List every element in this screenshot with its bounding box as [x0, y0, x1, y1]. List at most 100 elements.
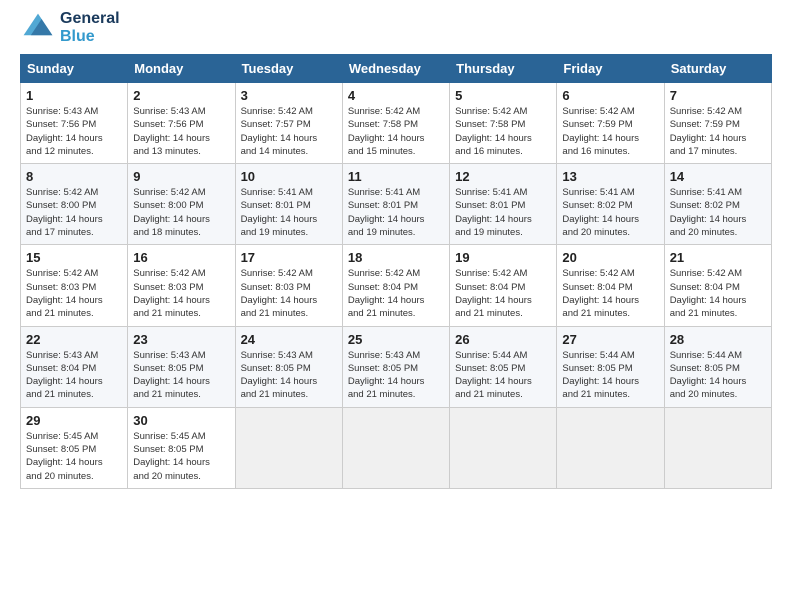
calendar-cell	[450, 407, 557, 488]
day-info: Sunrise: 5:44 AMSunset: 8:05 PMDaylight:…	[562, 349, 658, 402]
day-number: 25	[348, 332, 444, 347]
calendar-cell: 13 Sunrise: 5:41 AMSunset: 8:02 PMDayligh…	[557, 164, 664, 245]
day-info: Sunrise: 5:42 AMSunset: 8:03 PMDaylight:…	[241, 267, 337, 320]
calendar-cell: 18 Sunrise: 5:42 AMSunset: 8:04 PMDayligh…	[342, 245, 449, 326]
calendar-cell: 7Sunrise: 5:42 AMSunset: 7:59 PMDaylight…	[664, 83, 771, 164]
day-number: 11	[348, 169, 444, 184]
day-number: 19	[455, 250, 551, 265]
day-info: Sunrise: 5:42 AMSunset: 7:58 PMDaylight:…	[348, 105, 444, 158]
day-info: Sunrise: 5:42 AMSunset: 8:03 PMDaylight:…	[26, 267, 122, 320]
calendar-cell: 8 Sunrise: 5:42 AMSunset: 8:00 PMDaylight…	[21, 164, 128, 245]
day-number: 16	[133, 250, 229, 265]
day-number: 8	[26, 169, 122, 184]
calendar-cell: 17 Sunrise: 5:42 AMSunset: 8:03 PMDayligh…	[235, 245, 342, 326]
page: General Blue SundayMondayTuesdayWednesda…	[0, 0, 792, 509]
calendar-cell: 5 Sunrise: 5:42 AMSunset: 7:58 PMDaylight…	[450, 83, 557, 164]
calendar-cell	[557, 407, 664, 488]
day-info: Sunrise: 5:42 AMSunset: 7:58 PMDaylight:…	[455, 105, 551, 158]
day-number: 23	[133, 332, 229, 347]
day-header-saturday: Saturday	[664, 55, 771, 83]
week-row-3: 22Sunrise: 5:43 AMSunset: 8:04 PMDayligh…	[21, 326, 772, 407]
day-info: Sunrise: 5:42 AMSunset: 8:00 PMDaylight:…	[133, 186, 229, 239]
day-info: Sunrise: 5:42 AMSunset: 8:03 PMDaylight:…	[133, 267, 229, 320]
day-number: 4	[348, 88, 444, 103]
day-header-monday: Monday	[128, 55, 235, 83]
day-info: Sunrise: 5:42 AMSunset: 7:59 PMDaylight:…	[670, 105, 766, 158]
day-number: 12	[455, 169, 551, 184]
calendar-cell: 27Sunrise: 5:44 AMSunset: 8:05 PMDayligh…	[557, 326, 664, 407]
day-info: Sunrise: 5:41 AMSunset: 8:01 PMDaylight:…	[348, 186, 444, 239]
day-info: Sunrise: 5:44 AMSunset: 8:05 PMDaylight:…	[455, 349, 551, 402]
week-row-0: 1 Sunrise: 5:43 AMSunset: 7:56 PMDaylight…	[21, 83, 772, 164]
day-number: 14	[670, 169, 766, 184]
calendar-cell	[342, 407, 449, 488]
day-info: Sunrise: 5:43 AMSunset: 8:05 PMDaylight:…	[241, 349, 337, 402]
day-number: 10	[241, 169, 337, 184]
day-number: 9	[133, 169, 229, 184]
day-info: Sunrise: 5:43 AMSunset: 8:05 PMDaylight:…	[348, 349, 444, 402]
calendar-cell: 3 Sunrise: 5:42 AMSunset: 7:57 PMDaylight…	[235, 83, 342, 164]
calendar-cell: 20Sunrise: 5:42 AMSunset: 8:04 PMDayligh…	[557, 245, 664, 326]
day-number: 26	[455, 332, 551, 347]
day-headers-row: SundayMondayTuesdayWednesdayThursdayFrid…	[21, 55, 772, 83]
calendar-cell: 16 Sunrise: 5:42 AMSunset: 8:03 PMDayligh…	[128, 245, 235, 326]
day-header-friday: Friday	[557, 55, 664, 83]
day-info: Sunrise: 5:45 AMSunset: 8:05 PMDaylight:…	[26, 430, 122, 483]
day-number: 2	[133, 88, 229, 103]
calendar-cell: 19Sunrise: 5:42 AMSunset: 8:04 PMDayligh…	[450, 245, 557, 326]
week-row-4: 29 Sunrise: 5:45 AMSunset: 8:05 PMDayligh…	[21, 407, 772, 488]
header: General Blue	[20, 10, 772, 46]
day-number: 24	[241, 332, 337, 347]
day-info: Sunrise: 5:42 AMSunset: 8:00 PMDaylight:…	[26, 186, 122, 239]
day-header-thursday: Thursday	[450, 55, 557, 83]
week-row-1: 8 Sunrise: 5:42 AMSunset: 8:00 PMDaylight…	[21, 164, 772, 245]
calendar-cell: 23Sunrise: 5:43 AMSunset: 8:05 PMDayligh…	[128, 326, 235, 407]
day-number: 20	[562, 250, 658, 265]
calendar-cell: 10 Sunrise: 5:41 AMSunset: 8:01 PMDayligh…	[235, 164, 342, 245]
calendar-cell: 11 Sunrise: 5:41 AMSunset: 8:01 PMDayligh…	[342, 164, 449, 245]
day-info: Sunrise: 5:41 AMSunset: 8:01 PMDaylight:…	[455, 186, 551, 239]
day-number: 18	[348, 250, 444, 265]
calendar-cell: 21Sunrise: 5:42 AMSunset: 8:04 PMDayligh…	[664, 245, 771, 326]
day-info: Sunrise: 5:41 AMSunset: 8:01 PMDaylight:…	[241, 186, 337, 239]
day-number: 17	[241, 250, 337, 265]
day-info: Sunrise: 5:43 AMSunset: 7:56 PMDaylight:…	[133, 105, 229, 158]
day-number: 30	[133, 413, 229, 428]
day-number: 1	[26, 88, 122, 103]
calendar-cell: 12 Sunrise: 5:41 AMSunset: 8:01 PMDayligh…	[450, 164, 557, 245]
day-header-tuesday: Tuesday	[235, 55, 342, 83]
week-row-2: 15Sunrise: 5:42 AMSunset: 8:03 PMDayligh…	[21, 245, 772, 326]
day-info: Sunrise: 5:42 AMSunset: 8:04 PMDaylight:…	[348, 267, 444, 320]
calendar-cell: 2 Sunrise: 5:43 AMSunset: 7:56 PMDaylight…	[128, 83, 235, 164]
logo-icon	[20, 10, 56, 46]
calendar-cell: 1Sunrise: 5:43 AMSunset: 7:56 PMDaylight…	[21, 83, 128, 164]
day-number: 6	[562, 88, 658, 103]
day-number: 28	[670, 332, 766, 347]
day-number: 3	[241, 88, 337, 103]
calendar-cell: 14 Sunrise: 5:41 AMSunset: 8:02 PMDayligh…	[664, 164, 771, 245]
calendar-cell: 30Sunrise: 5:45 AMSunset: 8:05 PMDayligh…	[128, 407, 235, 488]
logo: General Blue	[20, 10, 120, 46]
calendar-cell: 26 Sunrise: 5:44 AMSunset: 8:05 PMDayligh…	[450, 326, 557, 407]
calendar-cell: 28 Sunrise: 5:44 AMSunset: 8:05 PMDayligh…	[664, 326, 771, 407]
calendar-cell	[664, 407, 771, 488]
day-info: Sunrise: 5:42 AMSunset: 7:59 PMDaylight:…	[562, 105, 658, 158]
calendar-cell: 29 Sunrise: 5:45 AMSunset: 8:05 PMDayligh…	[21, 407, 128, 488]
calendar-cell: 15Sunrise: 5:42 AMSunset: 8:03 PMDayligh…	[21, 245, 128, 326]
calendar-cell: 9 Sunrise: 5:42 AMSunset: 8:00 PMDaylight…	[128, 164, 235, 245]
day-info: Sunrise: 5:44 AMSunset: 8:05 PMDaylight:…	[670, 349, 766, 402]
day-info: Sunrise: 5:41 AMSunset: 8:02 PMDaylight:…	[562, 186, 658, 239]
day-info: Sunrise: 5:41 AMSunset: 8:02 PMDaylight:…	[670, 186, 766, 239]
day-number: 21	[670, 250, 766, 265]
calendar-cell: 24 Sunrise: 5:43 AMSunset: 8:05 PMDayligh…	[235, 326, 342, 407]
day-info: Sunrise: 5:42 AMSunset: 7:57 PMDaylight:…	[241, 105, 337, 158]
day-number: 29	[26, 413, 122, 428]
calendar-cell: 22Sunrise: 5:43 AMSunset: 8:04 PMDayligh…	[21, 326, 128, 407]
day-header-wednesday: Wednesday	[342, 55, 449, 83]
calendar-body: 1 Sunrise: 5:43 AMSunset: 7:56 PMDaylight…	[21, 83, 772, 489]
calendar-cell: 4 Sunrise: 5:42 AMSunset: 7:58 PMDaylight…	[342, 83, 449, 164]
day-number: 13	[562, 169, 658, 184]
logo-text: General Blue	[60, 10, 120, 46]
day-number: 5	[455, 88, 551, 103]
day-header-sunday: Sunday	[21, 55, 128, 83]
